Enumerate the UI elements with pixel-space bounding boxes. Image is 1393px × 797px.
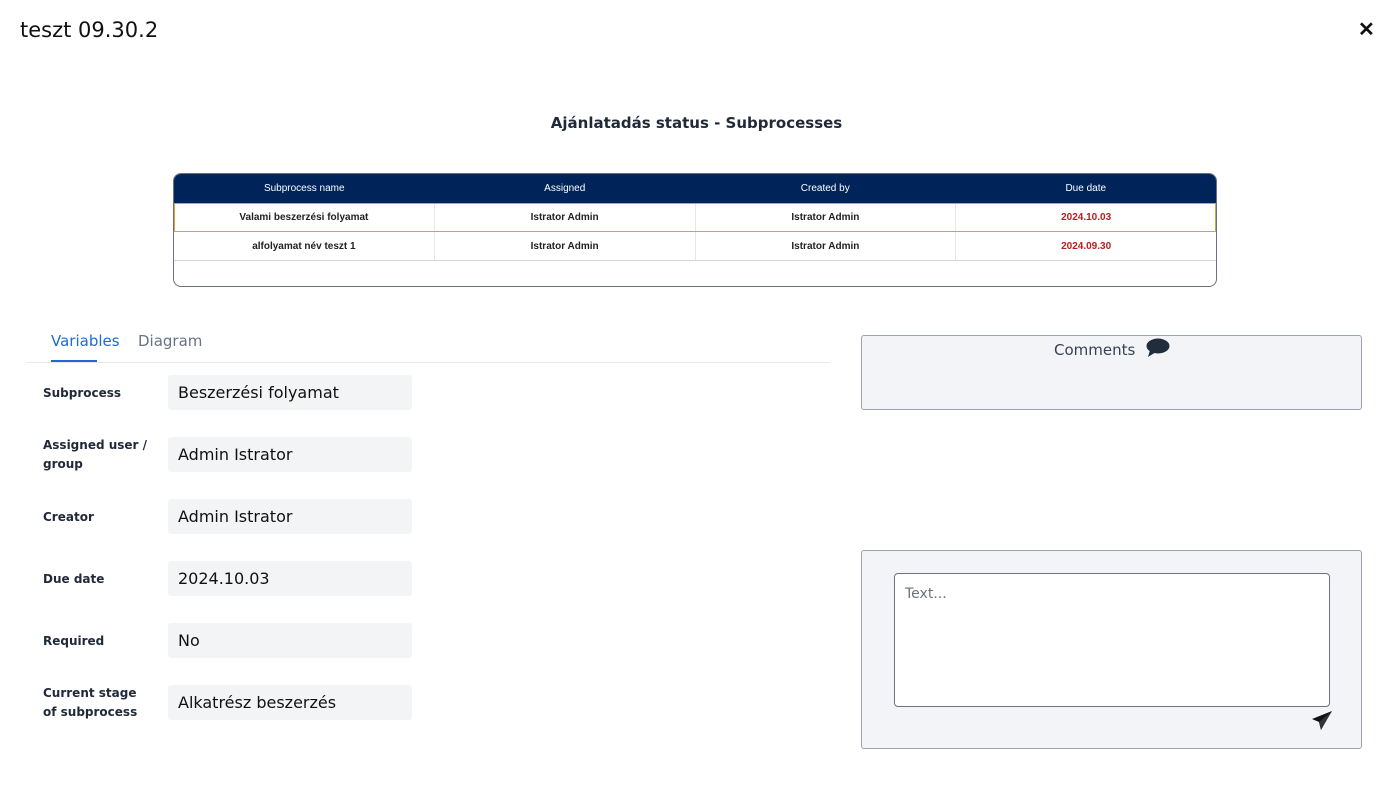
field-label-assigned-user: Assigned user / group [43, 438, 148, 471]
cell-due-date: 2024.09.30 [1061, 241, 1112, 252]
tab-diagram[interactable]: Diagram [138, 332, 202, 350]
column-header-assigned[interactable]: Assigned [435, 174, 696, 203]
active-tab-indicator [51, 360, 97, 362]
cell-created-by: Istrator Admin [696, 203, 957, 231]
modal-title: teszt 09.30.2 [20, 18, 159, 42]
comments-title: Comments [1054, 341, 1136, 359]
cell-assigned: Istrator Admin [435, 232, 696, 260]
field-value-subprocess: Beszerzési folyamat [168, 375, 412, 410]
field-label-creator: Creator [43, 510, 94, 524]
field-value-creator: Admin Istrator [168, 499, 412, 534]
tab-bar: Variables Diagram [27, 330, 830, 363]
cell-assigned: Istrator Admin [435, 203, 696, 231]
table-row[interactable]: Valami beszerzési folyamat Istrator Admi… [174, 203, 1216, 232]
table-row[interactable]: alfolyamat név teszt 1 Istrator Admin Is… [174, 232, 1216, 261]
send-icon[interactable] [1311, 710, 1333, 737]
field-value-required: No [168, 623, 412, 658]
cell-subprocess-name: Valami beszerzési folyamat [174, 203, 435, 231]
field-label-current-stage: Current stage of subprocess [43, 686, 138, 719]
cell-due-date: 2024.10.03 [1061, 212, 1112, 223]
comment-compose-panel [861, 550, 1362, 749]
field-label-subprocess: Subprocess [43, 386, 122, 400]
field-label-required: Required [43, 634, 105, 648]
comments-panel: Comments [861, 335, 1362, 410]
field-label-due-date: Due date [43, 572, 105, 586]
column-header-due-date[interactable]: Due date [956, 174, 1217, 203]
table-header: Subprocess name Assigned Created by Due … [174, 174, 1216, 203]
field-value-assigned-user: Admin Istrator [168, 437, 412, 472]
column-header-subprocess-name[interactable]: Subprocess name [174, 174, 435, 203]
tab-variables[interactable]: Variables [51, 332, 120, 350]
subprocesses-heading: Ajánlatadás status - Subprocesses [550, 114, 843, 132]
comment-text-input[interactable] [894, 573, 1330, 707]
subprocesses-table: Subprocess name Assigned Created by Due … [173, 173, 1217, 287]
comment-bubble-icon [1145, 337, 1171, 364]
field-value-due-date: 2024.10.03 [168, 561, 412, 596]
cell-created-by: Istrator Admin [696, 232, 957, 260]
cell-subprocess-name: alfolyamat név teszt 1 [174, 232, 435, 260]
field-value-current-stage: Alkatrész beszerzés [168, 685, 412, 720]
column-header-created-by[interactable]: Created by [695, 174, 956, 203]
close-icon[interactable]: ✕ [1358, 20, 1375, 40]
